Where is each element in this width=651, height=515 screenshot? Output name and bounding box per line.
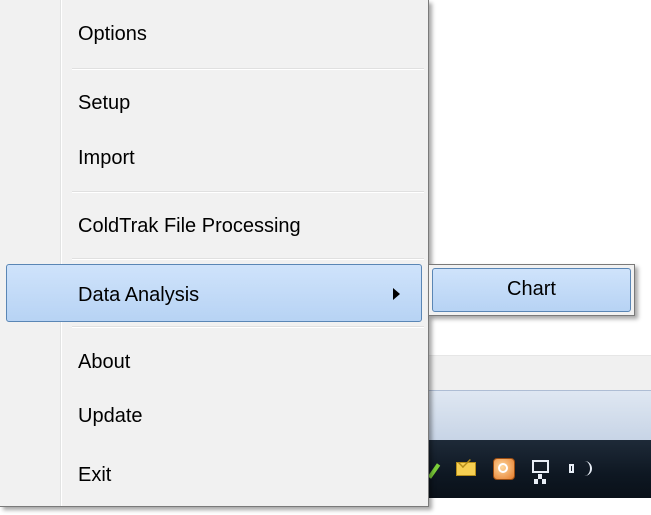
menu-item-setup[interactable]: Setup (78, 91, 130, 115)
menu-item-update[interactable]: Update (78, 404, 143, 428)
menu-item-about[interactable]: About (78, 350, 130, 374)
menu-item-exit[interactable]: Exit (78, 463, 111, 487)
menu-item-options[interactable]: Options (78, 22, 147, 46)
clock-icon[interactable] (492, 457, 516, 481)
volume-icon[interactable] (568, 457, 592, 481)
menu-item-data-analysis[interactable]: Data Analysis (78, 283, 199, 307)
system-tray (430, 449, 592, 489)
pen-icon[interactable] (430, 457, 440, 481)
context-menu: Options Setup Import ColdTrak File Proce… (0, 0, 429, 507)
mail-icon[interactable] (454, 457, 478, 481)
submenu-item-chart[interactable]: Chart (429, 277, 634, 301)
network-icon[interactable] (530, 457, 554, 481)
menu-separator (72, 191, 424, 193)
menu-item-coldtrak-file-processing[interactable]: ColdTrak File Processing (78, 214, 301, 238)
menu-item-import[interactable]: Import (78, 146, 135, 170)
menu-separator (72, 68, 424, 70)
menu-separator (72, 326, 424, 328)
menu-separator (72, 258, 424, 260)
submenu-arrow-icon (393, 288, 400, 300)
menu-gutter-divider-highlight (61, 0, 62, 506)
menu-item-data-analysis-highlight[interactable] (6, 264, 422, 322)
menu-icon-gutter (0, 0, 60, 506)
data-analysis-submenu: Chart (428, 264, 635, 316)
